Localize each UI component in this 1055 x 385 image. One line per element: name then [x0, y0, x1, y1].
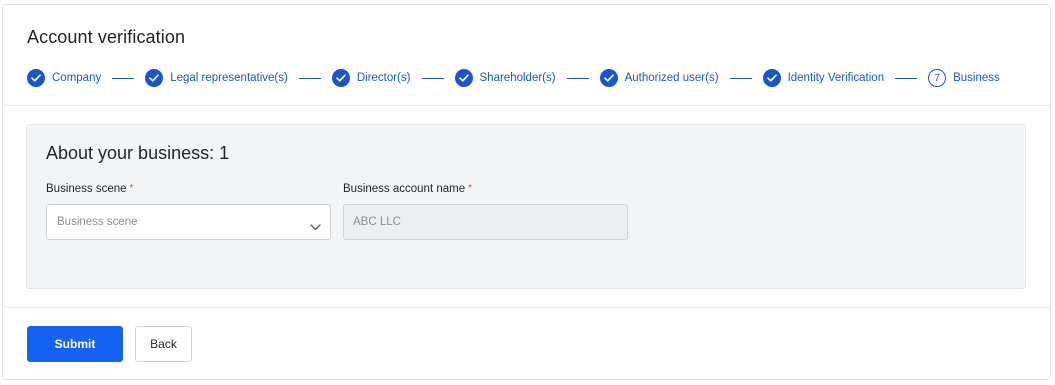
- check-icon: [27, 69, 45, 87]
- step-connector: [298, 77, 321, 79]
- step-label: Director(s): [356, 72, 411, 84]
- step-company[interactable]: Company: [27, 69, 101, 87]
- step-connector: [566, 77, 589, 79]
- check-icon: [454, 69, 473, 87]
- field-label-text: Business scene: [46, 183, 127, 195]
- business-scene-select[interactable]: Business scene: [46, 204, 331, 240]
- step-label: Shareholder(s): [479, 72, 556, 84]
- step-connector: [729, 77, 752, 79]
- step-label: Legal representative(s): [170, 72, 288, 84]
- step-directors[interactable]: Director(s): [331, 69, 411, 87]
- required-mark: *: [129, 183, 134, 194]
- step-connector: [112, 77, 135, 79]
- divider: [3, 105, 1050, 106]
- business-account-name-label: Business account name *: [343, 183, 472, 195]
- field-value: ABC LLC: [353, 216, 401, 228]
- step-label: Identity Verification: [787, 72, 885, 84]
- required-mark: *: [468, 183, 473, 194]
- back-button[interactable]: Back: [135, 326, 192, 362]
- step-identity-verification[interactable]: Identity Verification: [762, 69, 885, 87]
- field-label-text: Business account name: [343, 183, 466, 195]
- divider: [3, 307, 1050, 308]
- section-title: About your business: 1: [46, 143, 230, 163]
- check-icon: [331, 69, 350, 87]
- step-authorized-users[interactable]: Authorized user(s): [599, 69, 719, 87]
- step-shareholders[interactable]: Shareholder(s): [454, 69, 556, 87]
- step-business[interactable]: 7 Business: [928, 69, 1000, 87]
- check-icon: [145, 69, 164, 87]
- submit-button[interactable]: Submit: [27, 326, 123, 362]
- step-legal-representatives[interactable]: Legal representative(s): [145, 69, 288, 87]
- stepper: Company Legal representative(s) Director…: [27, 68, 1000, 88]
- check-icon: [762, 69, 781, 87]
- step-connector: [421, 77, 444, 79]
- chevron-down-icon: [310, 218, 321, 236]
- step-number: 7: [928, 69, 947, 87]
- select-placeholder: Business scene: [57, 216, 138, 228]
- verification-card: Account verification Company Legal repre…: [2, 4, 1051, 380]
- step-label: Company: [52, 72, 102, 84]
- check-icon: [599, 69, 618, 87]
- step-connector: [895, 77, 918, 79]
- business-scene-label: Business scene *: [46, 183, 133, 195]
- business-section: About your business: 1 Business scene * B…: [26, 124, 1026, 289]
- page-title: Account verification: [27, 27, 186, 47]
- step-label: Business: [953, 72, 1000, 84]
- step-label: Authorized user(s): [624, 72, 719, 84]
- business-account-name-field: ABC LLC: [343, 204, 628, 240]
